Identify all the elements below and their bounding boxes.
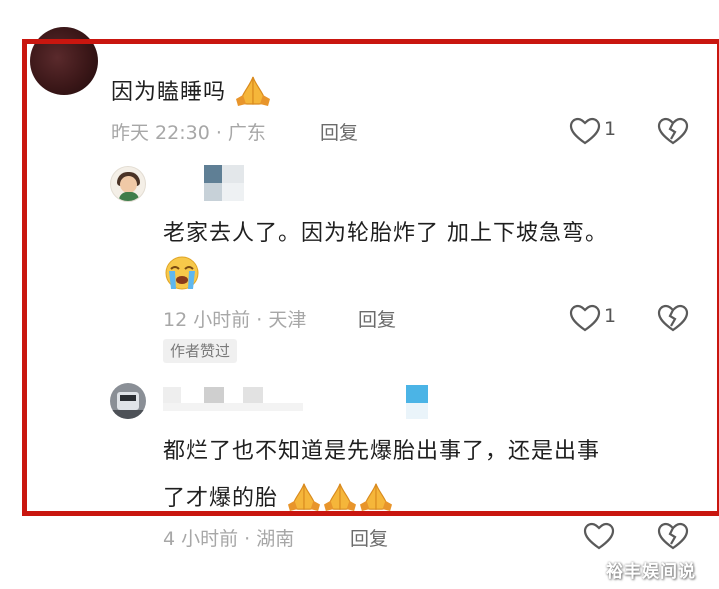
blurred-username — [243, 387, 263, 403]
comment-meta: 4 小时前 · 湖南 — [163, 528, 295, 550]
dislike-broken-heart-icon[interactable] — [657, 522, 689, 550]
comment-meta: 昨天 22:30 · 广东 — [111, 122, 266, 144]
blurred-username — [163, 403, 303, 411]
comment-text: 都烂了也不知道是先爆胎出事了，还是出事 — [163, 439, 601, 464]
reply-button[interactable]: 回复 — [320, 118, 358, 145]
blurred-username — [406, 385, 428, 403]
watermark: 裕丰娱间说 — [606, 562, 696, 582]
like-count: 1 — [604, 118, 617, 140]
blurred-username — [163, 387, 181, 403]
blurred-username — [204, 165, 222, 183]
comment-text-line2: 了才爆的胎 — [163, 480, 394, 518]
blurred-username — [204, 387, 224, 403]
reply-avatar[interactable] — [110, 166, 146, 202]
like-heart-icon[interactable] — [569, 304, 601, 332]
blurred-username — [204, 183, 222, 201]
blurred-username — [222, 183, 244, 201]
folded-hands-icon — [358, 480, 394, 518]
comment-text: 老家去人了。因为轮胎炸了 加上下坡急弯。 — [163, 221, 608, 246]
dislike-broken-heart-icon[interactable] — [657, 117, 689, 145]
folded-hands-icon — [234, 73, 272, 113]
blurred-username — [222, 165, 244, 183]
crying-face-icon — [163, 255, 201, 295]
author-liked-badge: 作者赞过 — [163, 339, 238, 363]
comment-text: 因为瞌睡吗 — [111, 73, 272, 113]
reply-button[interactable]: 回复 — [350, 524, 388, 551]
avatar[interactable] — [30, 27, 98, 95]
dislike-broken-heart-icon[interactable] — [657, 304, 689, 332]
like-heart-icon[interactable] — [569, 117, 601, 145]
comment-meta: 12 小时前 · 天津 — [163, 309, 307, 331]
blurred-username — [406, 403, 428, 419]
folded-hands-icon — [322, 480, 358, 518]
reply-button[interactable]: 回复 — [358, 305, 396, 332]
folded-hands-icon — [286, 480, 322, 518]
like-heart-icon[interactable] — [583, 522, 615, 550]
like-count: 1 — [604, 305, 617, 327]
reply-avatar[interactable] — [110, 383, 146, 419]
